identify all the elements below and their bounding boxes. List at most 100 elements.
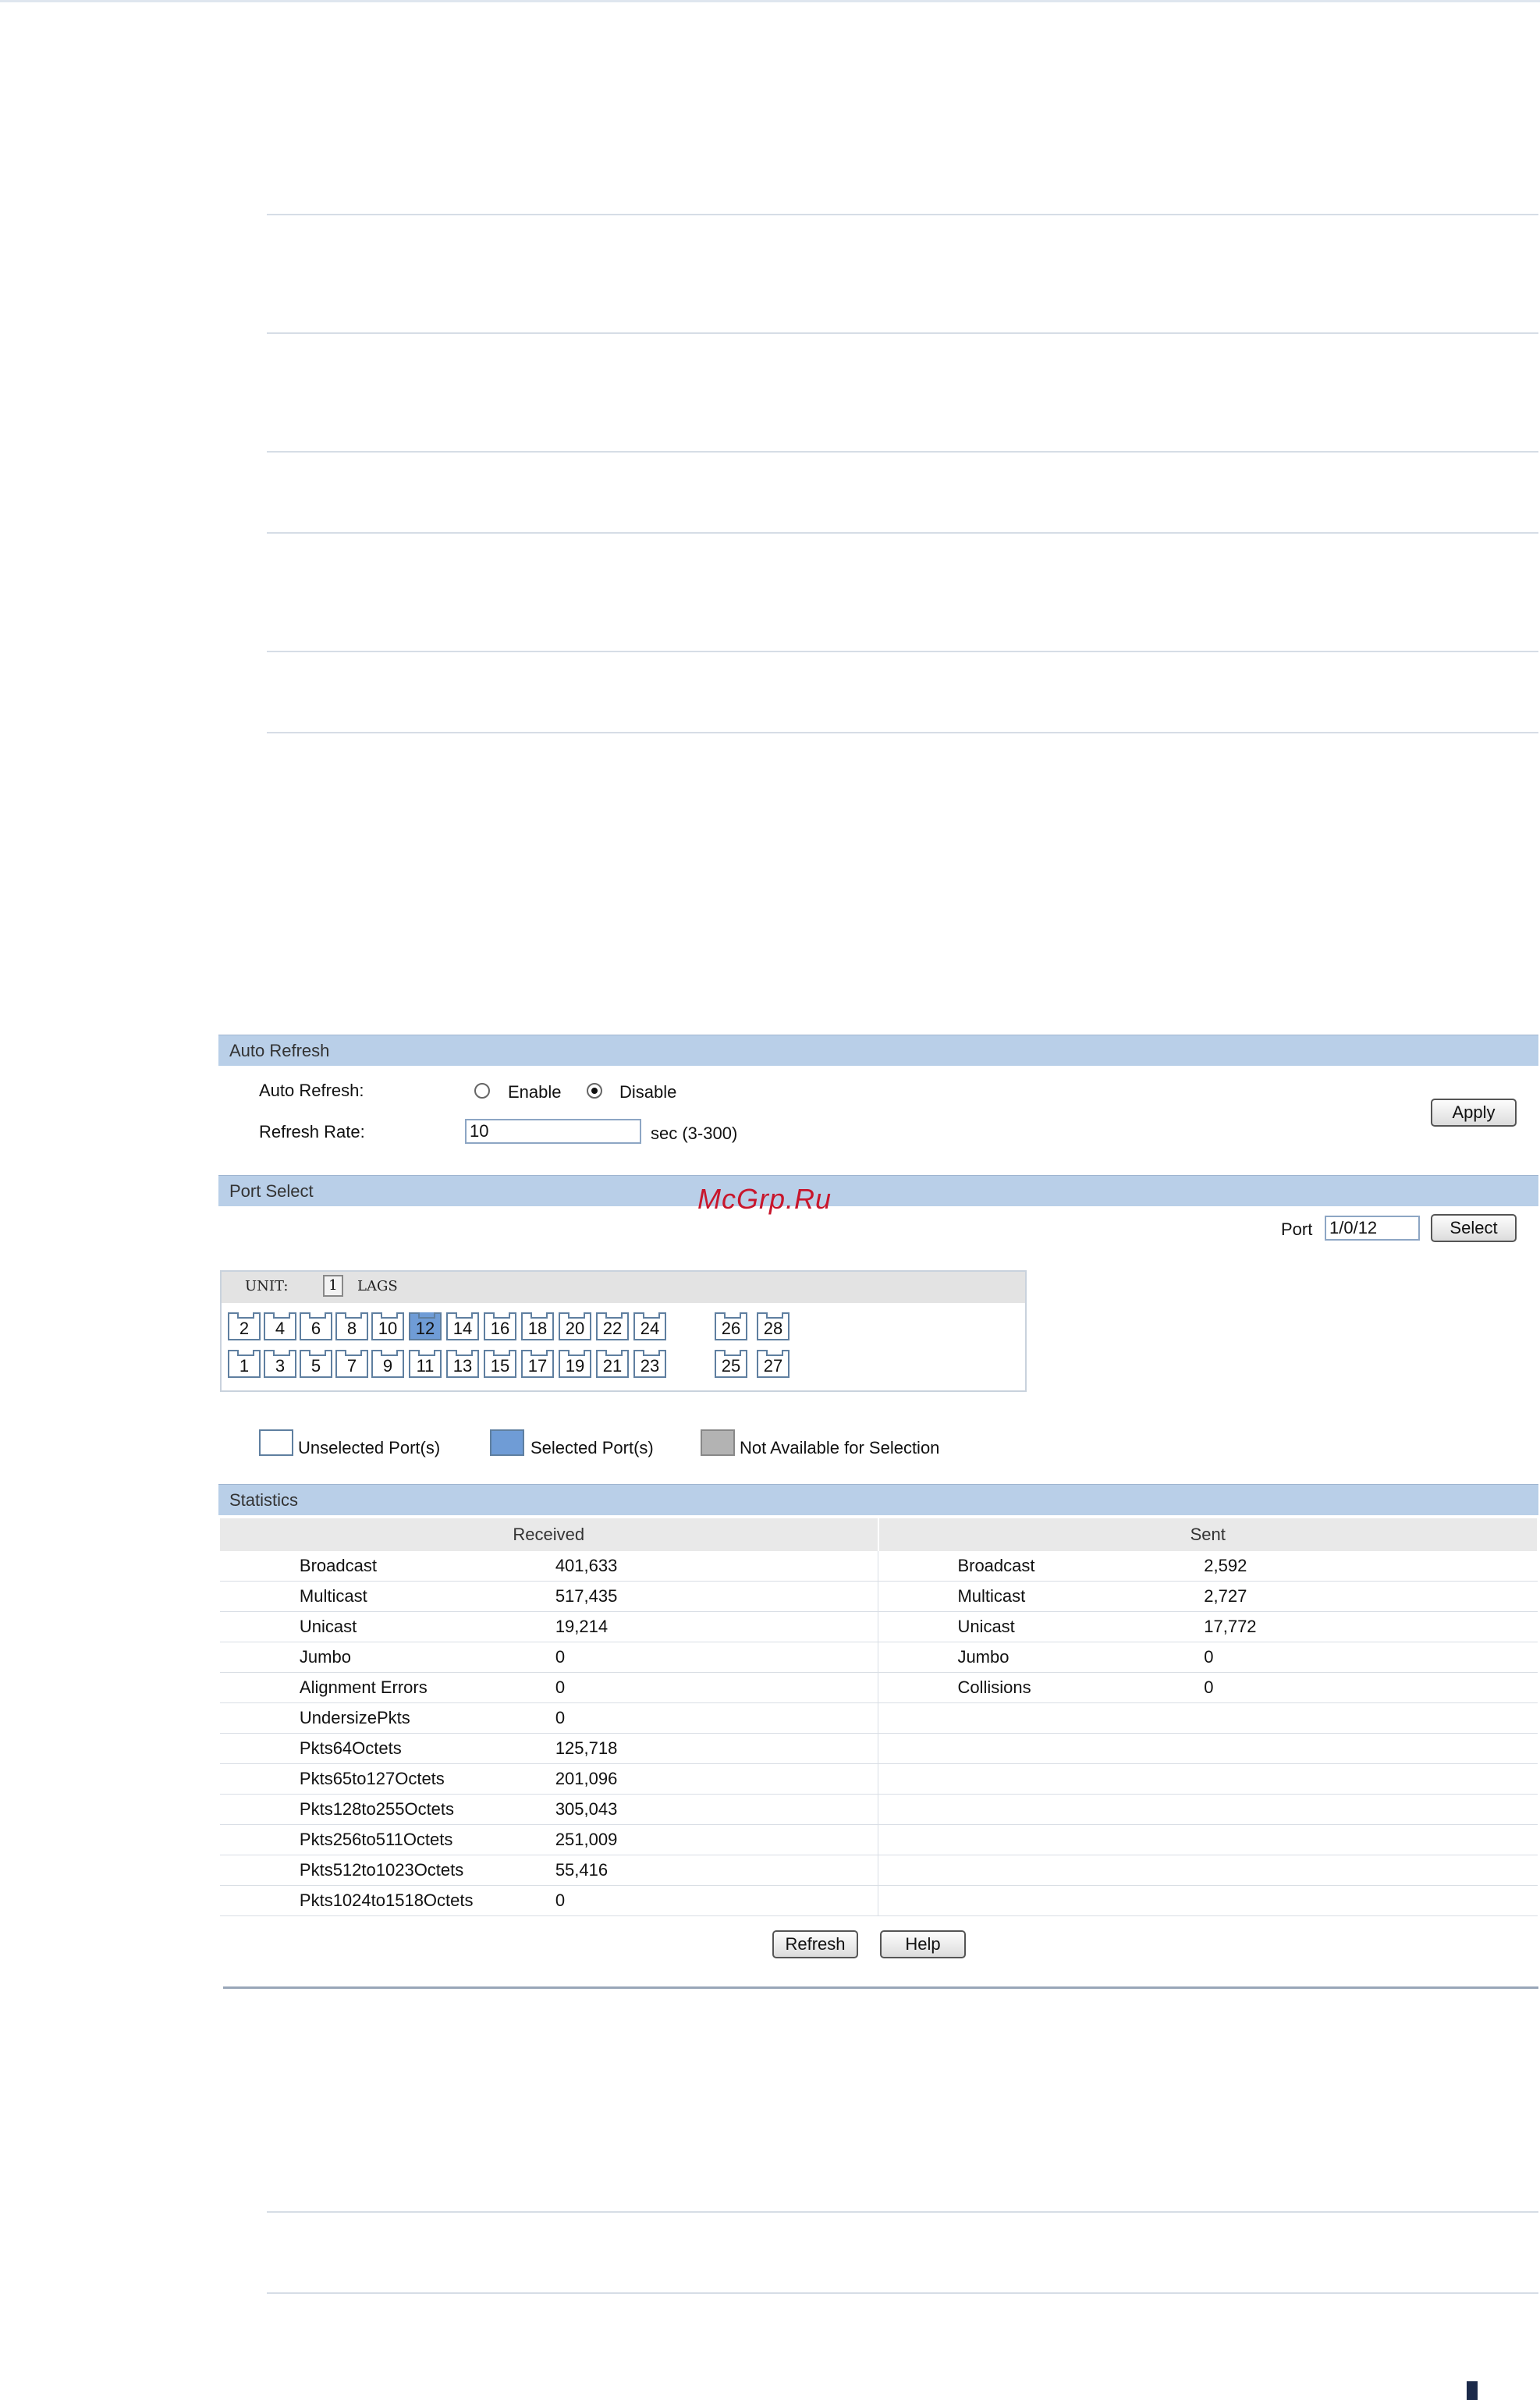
port-5-button[interactable]: 5: [300, 1350, 332, 1378]
divider: [267, 651, 1538, 652]
port-2-button[interactable]: 2: [228, 1312, 261, 1340]
port-select-header: Port Select: [218, 1175, 1538, 1206]
port-input[interactable]: 1/0/12: [1325, 1216, 1420, 1241]
spacer: [220, 1551, 300, 1582]
received-value: 55,416: [555, 1855, 879, 1886]
sent-value: [1204, 1702, 1538, 1734]
spacer: [878, 1581, 958, 1612]
sent-label: Unicast: [957, 1611, 1205, 1642]
disable-label: Disable: [619, 1082, 677, 1102]
port-4-button[interactable]: 4: [264, 1312, 296, 1340]
port-23-button[interactable]: 23: [633, 1350, 666, 1378]
port-28-button[interactable]: 28: [757, 1312, 790, 1340]
refresh-rate-hint: sec (3-300): [651, 1124, 738, 1143]
lags-link[interactable]: LAGS: [357, 1278, 398, 1294]
divider: [267, 732, 1538, 733]
table-row: Pkts512to1023Octets 55,416: [220, 1855, 1538, 1886]
unselected-port-icon: [259, 1429, 293, 1456]
table-row: Unicast 19,214 Unicast 17,772: [220, 1611, 1538, 1642]
port-27-button[interactable]: 27: [757, 1350, 790, 1378]
spacer: [220, 1642, 300, 1673]
sent-value: [1204, 1794, 1538, 1825]
sent-value: [1204, 1885, 1538, 1916]
spacer: [878, 1733, 958, 1764]
port-panel: UNIT: 1 LAGS 2 4 6 8 10 12 14 16 18 20 22 24 26 28 13…: [220, 1270, 1027, 1392]
section-divider: [223, 1986, 1538, 1989]
unit-bar: UNIT: 1 LAGS: [222, 1272, 1025, 1303]
port-18-button[interactable]: 18: [521, 1312, 554, 1340]
sent-header: Sent: [878, 1518, 1539, 1551]
help-button[interactable]: Help: [880, 1930, 966, 1958]
port-24-button[interactable]: 24: [633, 1312, 666, 1340]
sent-value: 0: [1204, 1672, 1538, 1703]
sent-value: [1204, 1763, 1538, 1795]
port-1-button[interactable]: 1: [228, 1350, 261, 1378]
spacer: [878, 1763, 958, 1795]
port-21-button[interactable]: 21: [596, 1350, 629, 1378]
sent-value: [1204, 1855, 1538, 1886]
apply-button[interactable]: Apply: [1431, 1099, 1517, 1127]
port-14-button[interactable]: 14: [446, 1312, 479, 1340]
port-22-button[interactable]: 22: [596, 1312, 629, 1340]
table-row: Pkts128to255Octets 305,043: [220, 1794, 1538, 1825]
auto-refresh-panel: Auto Refresh: [218, 1035, 1538, 1066]
spacer: [878, 1551, 958, 1582]
sent-value: 2,592: [1204, 1551, 1538, 1582]
port-19-button[interactable]: 19: [559, 1350, 591, 1378]
received-label: Pkts128to255Octets: [299, 1794, 555, 1825]
select-button[interactable]: Select: [1431, 1214, 1517, 1242]
refresh-button[interactable]: Refresh: [772, 1930, 858, 1958]
spacer: [220, 1855, 300, 1886]
port-8-button[interactable]: 8: [335, 1312, 368, 1340]
sent-value: 2,727: [1204, 1581, 1538, 1612]
sent-label: Collisions: [957, 1672, 1205, 1703]
enable-radio[interactable]: [474, 1083, 490, 1099]
port-16-button[interactable]: 16: [484, 1312, 516, 1340]
received-value: 517,435: [555, 1581, 879, 1612]
port-select-panel: Port Select: [218, 1175, 1538, 1206]
spacer: [220, 1581, 300, 1612]
legend-unavailable: Not Available for Selection: [740, 1438, 940, 1457]
spacer: [878, 1855, 958, 1886]
port-26-button[interactable]: 26: [715, 1312, 747, 1340]
port-11-button[interactable]: 11: [409, 1350, 442, 1378]
received-value: 0: [555, 1642, 879, 1673]
received-label: Unicast: [299, 1611, 555, 1642]
table-row: Pkts256to511Octets 251,009: [220, 1824, 1538, 1855]
received-value: 0: [555, 1885, 879, 1916]
port-7-button[interactable]: 7: [335, 1350, 368, 1378]
table-row: Jumbo 0 Jumbo 0: [220, 1642, 1538, 1673]
port-10-button[interactable]: 10: [371, 1312, 404, 1340]
disable-radio[interactable]: [587, 1083, 602, 1099]
port-15-button[interactable]: 15: [484, 1350, 516, 1378]
port-label: Port: [1281, 1220, 1313, 1239]
divider: [267, 532, 1538, 534]
table-row: Alignment Errors 0 Collisions 0: [220, 1672, 1538, 1703]
received-value: 401,633: [555, 1551, 879, 1582]
port-3-button[interactable]: 3: [264, 1350, 296, 1378]
enable-label: Enable: [508, 1082, 562, 1102]
auto-refresh-label: Auto Refresh:: [259, 1081, 364, 1100]
spacer: [878, 1642, 958, 1673]
statistics-panel: Statistics: [218, 1484, 1538, 1515]
table-row: Broadcast 401,633 Broadcast 2,592: [220, 1551, 1538, 1582]
received-label: Pkts64Octets: [299, 1733, 555, 1764]
spacer: [878, 1611, 958, 1642]
refresh-rate-label: Refresh Rate:: [259, 1122, 365, 1141]
refresh-rate-input[interactable]: 10: [465, 1119, 641, 1144]
port-12-button[interactable]: 12: [409, 1312, 442, 1340]
sent-label: Multicast: [957, 1581, 1205, 1612]
port-9-button[interactable]: 9: [371, 1350, 404, 1378]
legend-unselected: Unselected Port(s): [298, 1438, 441, 1457]
port-13-button[interactable]: 13: [446, 1350, 479, 1378]
port-6-button[interactable]: 6: [300, 1312, 332, 1340]
unit-1-button[interactable]: 1: [323, 1275, 343, 1297]
table-row: Pkts1024to1518Octets 0: [220, 1885, 1538, 1916]
port-25-button[interactable]: 25: [715, 1350, 747, 1378]
unavailable-port-icon: [701, 1429, 735, 1456]
sent-label: Jumbo: [957, 1642, 1205, 1673]
table-row: UndersizePkts 0: [220, 1702, 1538, 1734]
port-20-button[interactable]: 20: [559, 1312, 591, 1340]
port-17-button[interactable]: 17: [521, 1350, 554, 1378]
sent-label: [957, 1855, 1205, 1886]
